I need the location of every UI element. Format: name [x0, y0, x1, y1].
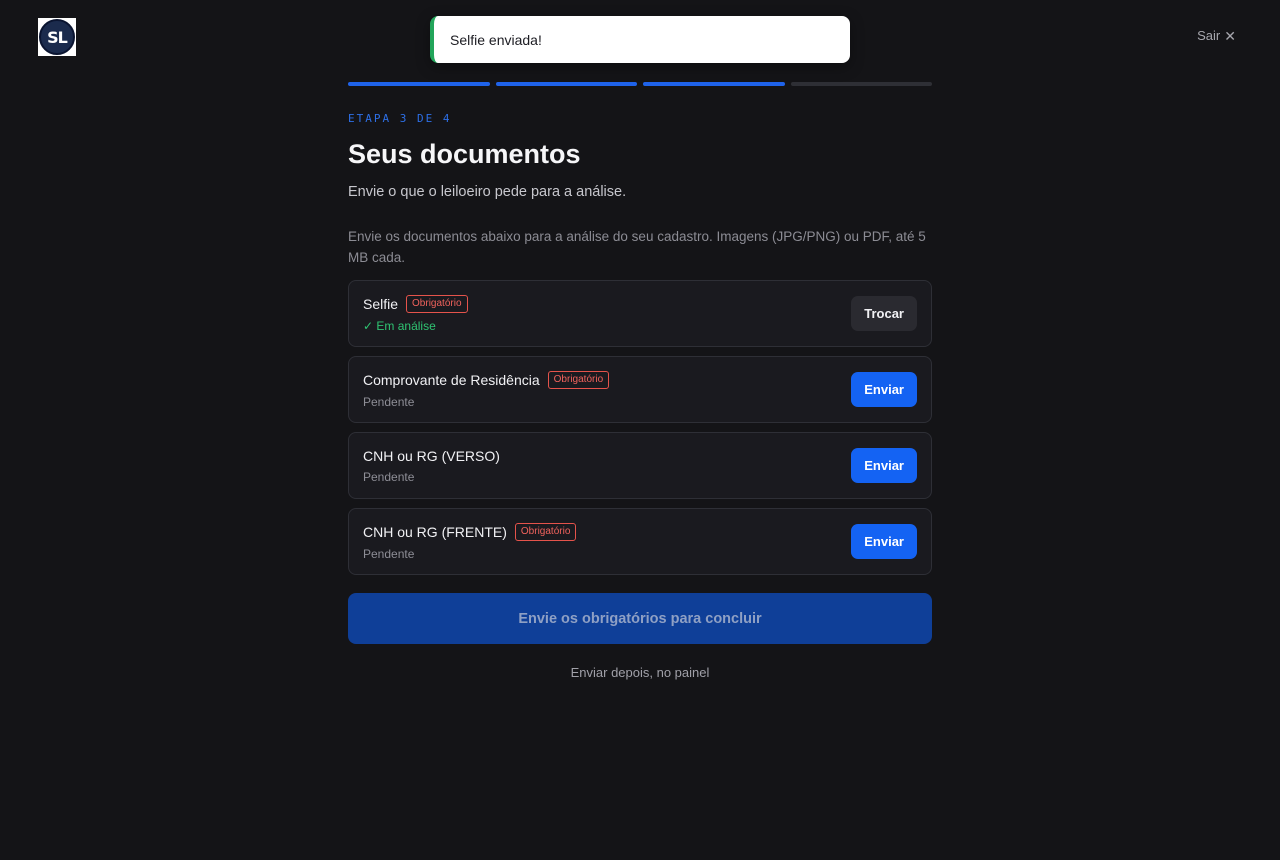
- exit-button[interactable]: Sair ✕: [1197, 28, 1236, 43]
- document-card-selfie: Selfie Obrigatório ✓ Em análise Trocar: [348, 280, 932, 347]
- toast-notification: Selfie enviada!: [430, 16, 850, 63]
- close-icon: ✕: [1224, 27, 1236, 44]
- progress-segment-3: [643, 82, 785, 86]
- document-name: Comprovante de Residência: [363, 371, 540, 388]
- toast-message: Selfie enviada!: [450, 31, 542, 48]
- document-status: Pendente: [363, 394, 415, 409]
- exit-label: Sair: [1197, 28, 1221, 43]
- document-status: Pendente: [363, 469, 415, 484]
- step-progress-bar: [348, 82, 932, 86]
- required-badge: Obrigatório: [547, 370, 610, 389]
- document-card-id-back: CNH ou RG (VERSO) Pendente Enviar: [348, 432, 932, 499]
- upload-instructions: Envie os documentos abaixo para a anális…: [348, 229, 926, 265]
- logo: SL: [38, 18, 76, 56]
- step-label: ETAPA 3 DE 4: [348, 112, 452, 125]
- send-later-link[interactable]: Enviar depois, no painel: [348, 665, 932, 680]
- document-status: ✓ Em análise: [363, 318, 436, 333]
- complete-submission-button[interactable]: Envie os obrigatórios para concluir: [348, 593, 932, 644]
- documents-step: ETAPA 3 DE 4 Seus documentos Envie o que…: [348, 112, 932, 680]
- required-badge: Obrigatório: [514, 522, 577, 541]
- upload-id-front-button[interactable]: Enviar: [851, 524, 917, 559]
- progress-segment-4: [790, 82, 932, 86]
- logo-mark: SL: [39, 19, 75, 55]
- progress-segment-1: [348, 82, 490, 86]
- upload-proof-of-residence-button[interactable]: Enviar: [851, 372, 917, 407]
- document-card-proof-of-residence: Comprovante de Residência Obrigatório Pe…: [348, 356, 932, 423]
- upload-id-back-button[interactable]: Enviar: [851, 448, 917, 483]
- page-subtitle: Envie o que o leiloeiro pede para a anál…: [348, 184, 627, 200]
- document-name: CNH ou RG (VERSO): [363, 447, 500, 464]
- page-title: Seus documentos: [348, 139, 581, 169]
- required-badge: Obrigatório: [406, 294, 468, 313]
- progress-segment-2: [495, 82, 637, 86]
- replace-selfie-button[interactable]: Trocar: [851, 296, 917, 331]
- document-card-id-front: CNH ou RG (FRENTE) Obrigatório Pendente …: [348, 508, 932, 575]
- document-name: CNH ou RG (FRENTE): [363, 523, 507, 540]
- document-name: Selfie: [363, 295, 399, 312]
- document-list: Selfie Obrigatório ✓ Em análise Trocar C…: [348, 280, 932, 575]
- document-status: Pendente: [363, 546, 415, 561]
